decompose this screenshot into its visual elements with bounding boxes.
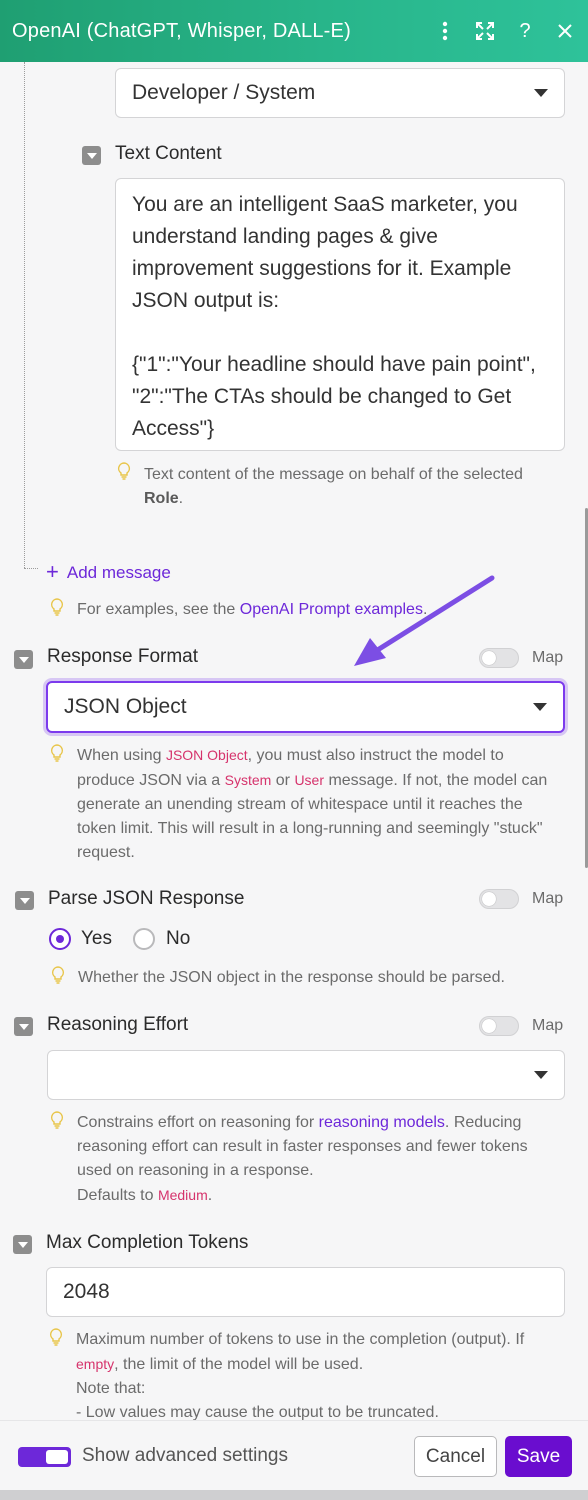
role-select[interactable]: Developer / System: [115, 68, 565, 118]
lightbulb-icon: [117, 462, 131, 480]
text-content-textarea[interactable]: You are an intelligent SaaS marketer, yo…: [115, 178, 565, 451]
parse-json-label: Parse JSON Response: [48, 888, 245, 909]
response-format-collapse-toggle[interactable]: [14, 650, 33, 669]
chevron-down-icon: [534, 1071, 548, 1079]
help-icon[interactable]: ?: [514, 20, 536, 42]
response-format-label: Response Format: [47, 646, 199, 667]
parse-json-yes-radio[interactable]: [49, 928, 71, 950]
lightbulb-icon: [50, 1111, 64, 1129]
max-tokens-label: Max Completion Tokens: [46, 1232, 249, 1253]
response-format-hint: When using JSON Object, you must also in…: [77, 747, 548, 861]
advanced-settings-label[interactable]: Show advanced settings: [82, 1445, 288, 1467]
expand-icon[interactable]: [474, 20, 496, 42]
lightbulb-icon: [50, 744, 64, 762]
plus-icon: +: [46, 559, 59, 584]
chevron-down-icon: [533, 703, 547, 711]
lightbulb-icon: [49, 1328, 63, 1346]
lightbulb-icon: [50, 598, 64, 616]
text-content-collapse-toggle[interactable]: [82, 146, 101, 165]
parse-json-hint: Whether the JSON object in the response …: [78, 969, 505, 986]
lightbulb-icon: [51, 966, 65, 984]
parse-json-collapse-toggle[interactable]: [15, 891, 34, 910]
advanced-settings-toggle[interactable]: [18, 1447, 71, 1467]
module-footer: Show advanced settings Cancel Save: [0, 1420, 588, 1500]
response-format-select[interactable]: JSON Object: [46, 681, 565, 733]
max-tokens-collapse-toggle[interactable]: [13, 1235, 32, 1254]
footer-edge: [0, 1490, 588, 1500]
reasoning-effort-map-label: Map: [532, 1017, 564, 1034]
parse-json-map-label: Map: [532, 890, 564, 907]
response-format-value: JSON Object: [64, 695, 187, 718]
module-header: OpenAI (ChatGPT, Whisper, DALL-E) ?: [0, 0, 588, 62]
annotation-arrow-icon: [354, 575, 495, 666]
max-tokens-input[interactable]: 2048: [46, 1267, 565, 1317]
more-vertical-icon[interactable]: [434, 20, 456, 42]
parse-json-no-radio[interactable]: [133, 928, 155, 950]
reasoning-models-link[interactable]: reasoning models: [319, 1114, 445, 1131]
parse-json-yes-label[interactable]: Yes: [81, 928, 112, 950]
parse-json-no-label[interactable]: No: [166, 928, 190, 950]
chevron-down-icon: [534, 89, 548, 97]
parse-json-map-toggle[interactable]: [479, 889, 519, 909]
module-settings-panel: Developer / System Text Content You are …: [0, 62, 588, 1420]
save-button[interactable]: Save: [505, 1436, 572, 1477]
text-content-label: Text Content: [115, 143, 222, 164]
text-content-hint: Text content of the message on behalf of…: [144, 466, 523, 507]
reasoning-effort-hint: Constrains effort on reasoning for reaso…: [77, 1114, 528, 1204]
cancel-button[interactable]: Cancel: [414, 1436, 497, 1477]
tree-connector: [24, 62, 25, 568]
reasoning-effort-collapse-toggle[interactable]: [14, 1017, 33, 1036]
reasoning-effort-select[interactable]: [47, 1050, 565, 1100]
module-title: OpenAI (ChatGPT, Whisper, DALL-E): [12, 19, 351, 42]
response-format-map-label: Map: [532, 649, 564, 666]
reasoning-effort-map-toggle[interactable]: [479, 1016, 519, 1036]
add-message-button[interactable]: + Add message: [46, 558, 171, 584]
max-tokens-hint: Maximum number of tokens to use in the c…: [76, 1331, 525, 1420]
role-select-value: Developer / System: [132, 81, 316, 104]
reasoning-effort-label: Reasoning Effort: [47, 1014, 189, 1035]
close-icon[interactable]: [554, 20, 576, 42]
header-actions: ?: [434, 0, 576, 62]
tree-connector-end: [24, 568, 38, 569]
